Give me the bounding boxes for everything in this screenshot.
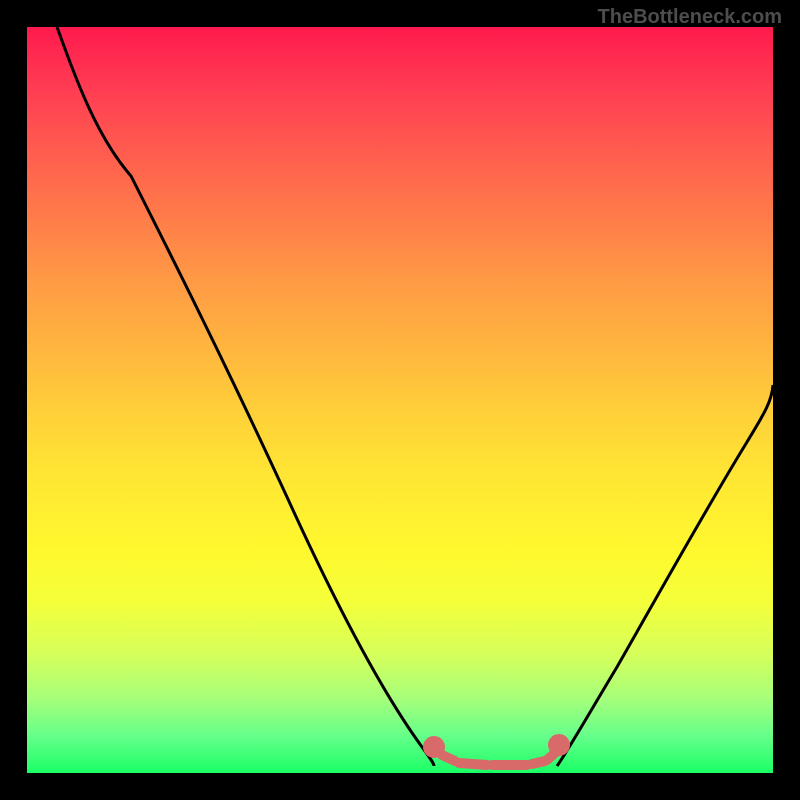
valley-markers — [428, 739, 565, 765]
watermark-text: TheBottleneck.com — [598, 6, 782, 29]
right-curve — [557, 385, 773, 766]
chart-container: TheBottleneck.com — [0, 0, 800, 800]
left-curve — [57, 27, 434, 766]
chart-svg — [27, 27, 773, 773]
plot-area — [27, 27, 773, 773]
